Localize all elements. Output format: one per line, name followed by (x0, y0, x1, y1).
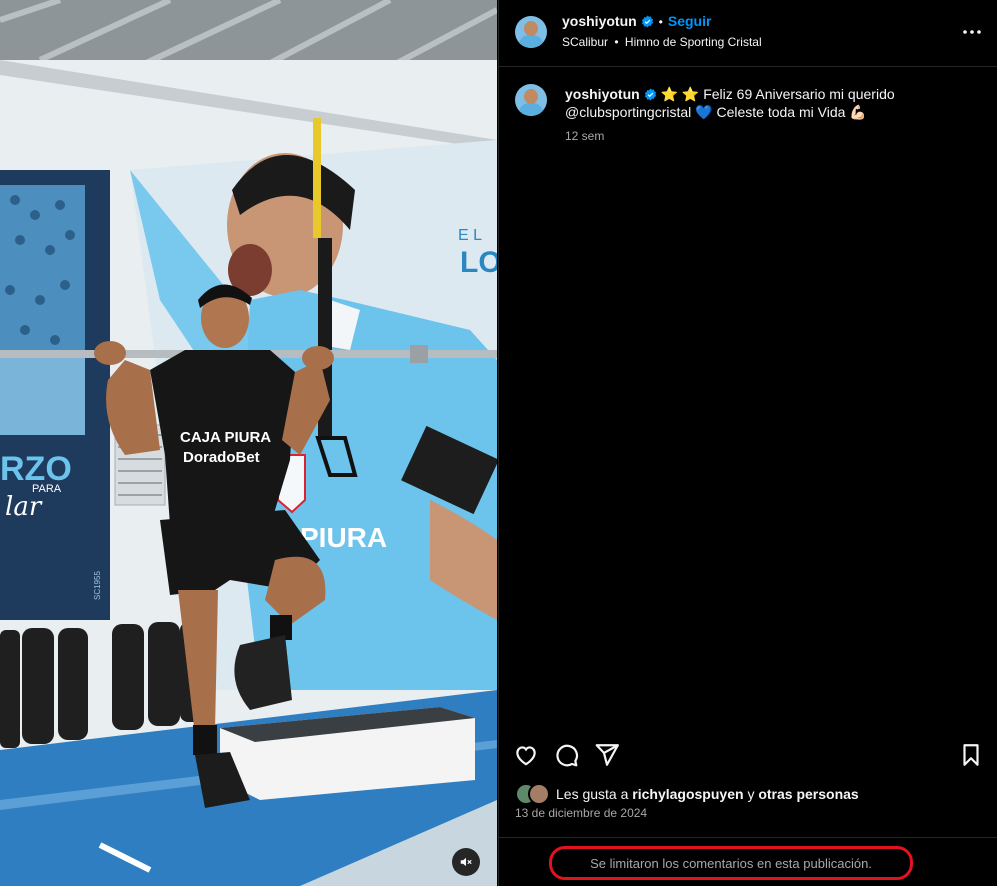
limited-comments-highlight: Se limitaron los comentarios en esta pub… (549, 846, 913, 880)
banner-sc-text: SC1955 (93, 571, 102, 600)
action-bar (499, 738, 997, 770)
audio-track[interactable]: Himno de Sporting Cristal (625, 35, 762, 49)
likes-summary: Les gusta a richylagospuyen y otras pers… (515, 783, 859, 805)
banner-lar-text: lar (5, 492, 43, 522)
username-link[interactable]: yoshiyotun (562, 13, 637, 29)
caption-text-2: Celeste toda mi Vida (716, 104, 846, 120)
follow-button[interactable]: Seguir (668, 13, 712, 29)
post-photo: PIURA E L LO RZO PARA lar SC1955 CAJA PI… (0, 0, 497, 886)
header-separator: • (658, 15, 663, 29)
caption-avatar[interactable] (515, 84, 547, 116)
comments-bar: Se limitaron los comentarios en esta pub… (499, 837, 997, 886)
comment-icon (556, 744, 579, 767)
caption-time[interactable]: 12 sem (565, 129, 985, 143)
post-date[interactable]: 13 de diciembre de 2024 (515, 806, 647, 820)
heart-icon (516, 746, 536, 766)
flex-emoji: 💪🏻 (849, 104, 867, 120)
mute-button[interactable] (452, 848, 480, 876)
bookmark-icon (963, 744, 979, 766)
audio-artist[interactable]: SCalibur (562, 35, 608, 49)
star-emojis: ⭐ ⭐ (660, 86, 700, 102)
limited-comments-notice: Se limitaron los comentarios en esta pub… (590, 855, 872, 871)
post-image[interactable]: PIURA E L LO RZO PARA lar SC1955 CAJA PI… (0, 0, 497, 886)
save-button[interactable] (958, 742, 984, 768)
mural-el-text: E L (458, 227, 482, 244)
liker-username[interactable]: richylagospuyen (632, 786, 743, 802)
caption-text-1: Feliz 69 Aniversario mi querido (703, 86, 895, 102)
verified-icon (644, 88, 656, 101)
caption-username[interactable]: yoshiyotun (565, 86, 640, 102)
post-panel: yoshiyotun • Seguir SCalibur • Himno de Sp… (498, 0, 997, 886)
likes-connector: y (747, 786, 755, 802)
mural-lo-text: LO (460, 246, 497, 279)
more-options-button[interactable] (960, 20, 984, 44)
verified-icon (641, 15, 653, 28)
mute-icon (460, 857, 472, 867)
avatar[interactable] (515, 16, 547, 48)
audio-separator: • (614, 35, 619, 49)
liker-avatar[interactable] (528, 783, 550, 805)
mural-piura-text: PIURA (300, 522, 387, 553)
caption: yoshiyotun ⭐ ⭐ Feliz 69 Aniversario mi q… (565, 85, 985, 143)
more-icon (963, 30, 981, 34)
mention-link[interactable]: @clubsportingcristal (565, 104, 691, 120)
post-header: yoshiyotun • Seguir SCalibur • Himno de Sp… (499, 0, 997, 67)
share-icon (595, 744, 619, 766)
shirt-sponsor-2: DoradoBet (183, 449, 260, 466)
likes-prefix: Les gusta a (556, 786, 629, 802)
comment-button[interactable] (553, 742, 579, 768)
like-button[interactable] (513, 742, 539, 768)
share-button[interactable] (594, 742, 620, 768)
heart-emoji: 💙 (695, 104, 713, 120)
likes-others-link[interactable]: otras personas (758, 786, 858, 802)
shirt-sponsor-1: CAJA PIURA (180, 429, 271, 446)
